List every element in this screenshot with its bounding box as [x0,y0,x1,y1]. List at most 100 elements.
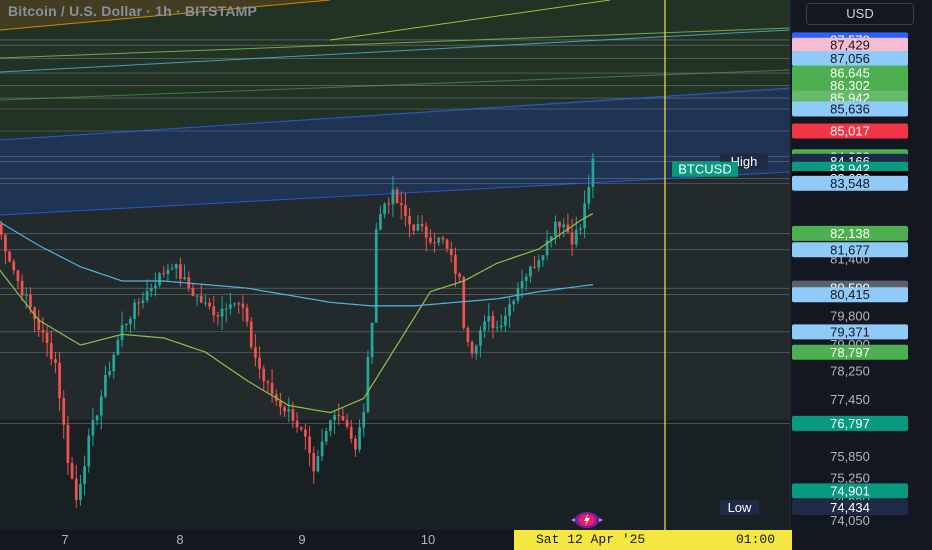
candle-body-100 [412,224,416,231]
candle-body-33 [133,302,136,319]
candle-body-8 [29,294,32,308]
candle-body-107 [441,237,445,240]
candle-body-102 [420,224,424,227]
candle-body-77 [316,456,320,472]
axis-tick-label-3: 78,250 [830,364,870,379]
time-tick-label-3: 10 [421,532,435,547]
candle-body-32 [129,318,132,324]
candle-body-101 [416,224,420,231]
candle-body-78 [320,441,324,457]
candle-body-128 [529,266,532,277]
candle-body-5 [16,270,20,281]
candle-body-50 [204,302,207,304]
price-label-12: 83,548 [830,176,870,191]
currency-button[interactable]: USD [806,3,914,25]
candle-body-143 [591,158,595,187]
candle-body-34 [137,302,141,304]
candle-body-19 [74,478,78,500]
candle-body-28 [112,354,116,372]
candle-body-88 [362,411,366,428]
candle-body-47 [191,288,195,296]
candle-body-30 [120,325,124,340]
candle-body-7 [24,294,28,296]
bottom-zone-fill [0,420,790,530]
candle-body-63 [258,357,261,369]
candle-body-127 [524,276,528,281]
candle-body-55 [224,308,228,310]
price-label-19: 76,797 [830,416,870,431]
candle-body-13 [49,343,53,360]
plot-area[interactable] [0,0,790,530]
price-label-16: 80,415 [830,287,870,302]
candle-body-59 [241,303,245,308]
candle-body-14 [54,359,57,363]
price-chart[interactable]: 81,40079,80079,00078,25077,45075,85075,2… [0,0,932,550]
candle-body-71 [291,409,295,421]
crosshair-date-flag: Sat 12 Apr '25 01:00 [514,530,792,550]
lower-zone-fill [0,172,790,420]
candle-body-99 [408,215,411,225]
candle-body-80 [329,420,332,432]
candle-body-131 [541,255,545,261]
candle-body-86 [354,438,357,450]
candle-body-92 [379,214,382,230]
candle-body-98 [404,205,407,216]
price-label-17: 79,371 [830,324,870,339]
candle-body-70 [287,409,291,412]
axis-tick-label-8: 74,050 [830,513,870,528]
candle-body-129 [533,266,536,268]
candle-body-76 [312,453,316,472]
candle-body-16 [62,398,66,425]
time-tick-label-2: 9 [298,532,305,547]
time-tick-label-0: 7 [61,532,68,547]
candle-body-38 [154,285,157,289]
candle-body-141 [583,203,586,229]
candle-body-115 [474,345,478,354]
axis-tick-label-4: 77,450 [830,392,870,407]
candle-body-81 [333,414,336,421]
candle-body-122 [504,315,507,326]
candle-body-68 [279,400,282,408]
candle-body-49 [199,295,203,303]
tradingview-lightning-icon[interactable] [568,510,606,530]
candle-body-117 [483,321,486,331]
candle-body-73 [299,427,303,430]
candle-body-53 [216,315,220,317]
candle-body-26 [104,374,107,397]
candle-body-65 [266,381,270,383]
candle-body-113 [466,327,470,342]
candle-body-58 [237,303,241,305]
candle-body-120 [495,327,499,329]
candle-body-109 [449,248,453,256]
candle-body-118 [487,315,491,322]
candle-body-83 [341,415,345,421]
chart-title: Bitcoin / U.S. Dollar · 1h · BITSTAMP [8,3,258,19]
price-label-14: 81,677 [830,242,870,257]
candle-body-119 [491,315,495,329]
candle-body-93 [383,203,386,215]
candle-body-18 [70,463,74,479]
candle-body-111 [458,273,461,277]
candle-body-35 [141,300,145,304]
candle-body-79 [324,431,328,442]
candle-body-44 [179,264,182,279]
price-label-18: 78,797 [830,345,870,360]
candle-body-20 [79,484,82,500]
candle-body-123 [508,304,511,316]
candle-body-91 [374,229,378,323]
candle-body-21 [83,466,86,485]
axis-tick-label-5: 75,850 [830,449,870,464]
candle-body-66 [270,382,274,395]
candle-body-40 [162,273,166,275]
candle-body-36 [145,291,149,301]
candle-body-82 [337,414,341,416]
candle-body-42 [170,268,174,270]
candle-body-134 [554,221,557,237]
candle-body-45 [183,277,186,279]
candle-body-142 [587,186,591,204]
candle-body-105 [433,242,436,244]
candle-body-106 [437,237,441,243]
candle-body-138 [570,232,574,245]
candle-body-104 [429,237,432,243]
price-label-2: 87,056 [830,51,870,66]
